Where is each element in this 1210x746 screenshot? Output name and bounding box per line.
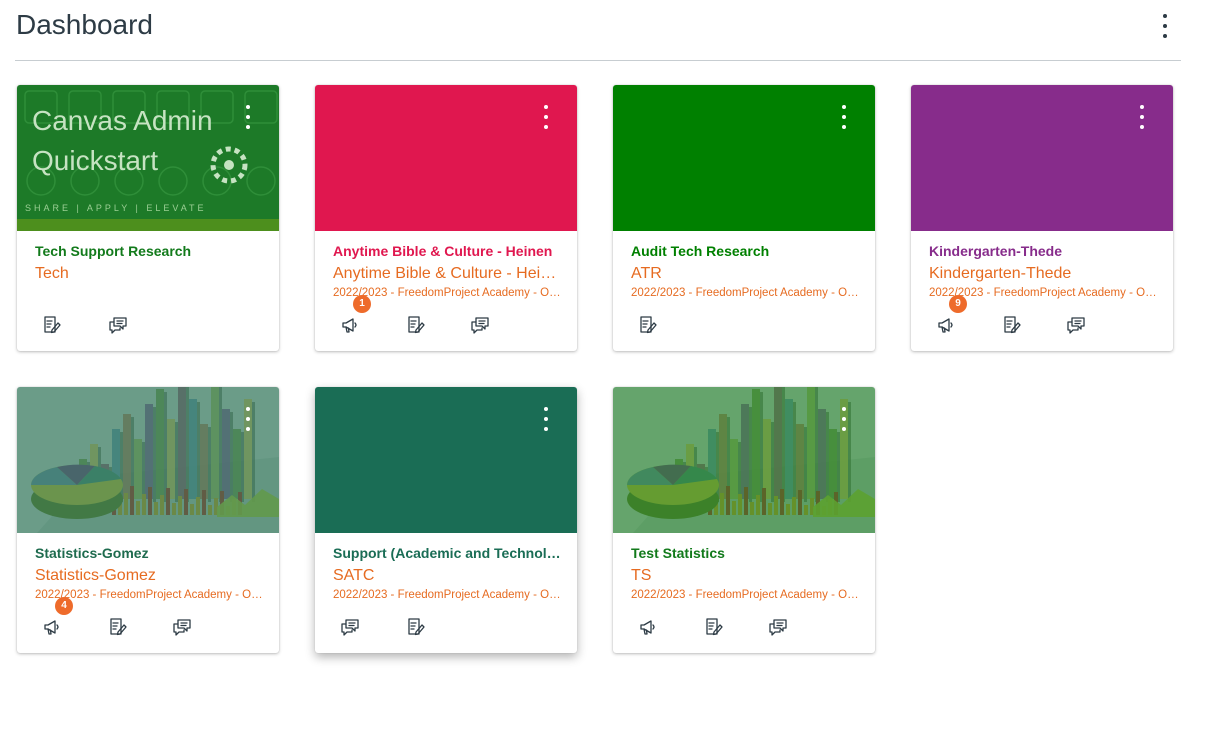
hero-heading-line2: Quickstart xyxy=(32,145,158,176)
course-card-header-image[interactable]: Canvas Admin Quickstart SHARE | APPLY | EL… xyxy=(17,85,279,231)
course-title[interactable]: Tech Support Research xyxy=(35,243,265,259)
course-code: Anytime Bible & Culture - Heinen xyxy=(333,265,563,282)
course-title[interactable]: Statistics-Gomez xyxy=(35,545,265,561)
discussions-link[interactable] xyxy=(466,311,494,339)
discussions-icon xyxy=(173,619,191,636)
course-code: Statistics-Gomez xyxy=(35,567,156,584)
course-code: TS xyxy=(631,567,652,584)
assignments-link[interactable] xyxy=(700,613,728,641)
announcements-link[interactable] xyxy=(336,311,364,339)
course-term: 2022/2023 - FreedomProject Academy - Onl… xyxy=(631,287,859,299)
course-title[interactable]: Test Statistics xyxy=(631,545,861,561)
course-title[interactable]: Audit Tech Research xyxy=(631,243,861,259)
assignments-icon xyxy=(1004,316,1021,334)
dashboard-header: Dashboard xyxy=(15,0,1181,61)
discussions-link[interactable] xyxy=(764,613,792,641)
course-card[interactable]: Statistics-Gomez Statistics-Gomez 2022/202… xyxy=(17,387,279,653)
hero-tagline: SHARE | APPLY | ELEVATE xyxy=(25,203,207,213)
course-title[interactable]: Anytime Bible & Culture - Heinen xyxy=(333,243,563,259)
assignments-icon xyxy=(640,316,657,334)
unread-count-badge: 4 xyxy=(55,597,73,615)
assignments-icon xyxy=(408,316,425,334)
course-card-actions xyxy=(613,613,875,641)
course-card-actions xyxy=(613,311,875,339)
course-term: 2022/2023 - FreedomProject Academy - Onl… xyxy=(631,589,859,601)
course-title[interactable]: Support (Academic and Technology) xyxy=(333,545,563,561)
course-card[interactable]: Test Statistics TS 2022/2023 - FreedomProj… xyxy=(613,387,875,653)
course-card-header-image[interactable] xyxy=(315,387,577,533)
course-code: Tech xyxy=(35,265,69,282)
course-code: ATR xyxy=(631,265,662,282)
course-card[interactable]: Anytime Bible & Culture - Heinen Anytime … xyxy=(315,85,577,351)
discussions-icon xyxy=(109,317,127,334)
announcements-icon xyxy=(640,620,655,635)
announcements-icon xyxy=(342,318,357,333)
card-options-button[interactable] xyxy=(839,105,849,129)
card-options-button[interactable] xyxy=(839,407,849,431)
card-options-button[interactable] xyxy=(541,407,551,431)
course-card[interactable]: Canvas Admin Quickstart SHARE | APPLY | EL… xyxy=(17,85,279,351)
announcements-icon xyxy=(44,620,59,635)
card-options-button[interactable] xyxy=(243,105,253,129)
assignments-icon xyxy=(44,316,61,334)
assignments-link[interactable] xyxy=(402,311,430,339)
course-code: SATC xyxy=(333,567,375,584)
discussions-link[interactable] xyxy=(336,613,364,641)
course-card-header-image[interactable] xyxy=(17,387,279,533)
course-code: Kindergarten-Thede xyxy=(929,265,1072,282)
course-card-actions xyxy=(315,311,577,339)
course-title[interactable]: Kindergarten-Thede xyxy=(929,243,1159,259)
course-card[interactable]: Support (Academic and Technology) SATC 202… xyxy=(315,387,577,653)
card-options-button[interactable] xyxy=(1137,105,1147,129)
discussions-link[interactable] xyxy=(1062,311,1090,339)
course-term: 2022/2023 - FreedomProject Academy - Onl… xyxy=(333,589,561,601)
discussions-link[interactable] xyxy=(104,311,132,339)
course-card-actions xyxy=(17,613,279,641)
course-card-header-image[interactable] xyxy=(911,85,1173,231)
assignments-icon xyxy=(706,618,723,636)
assignments-link[interactable] xyxy=(38,311,66,339)
course-card-actions xyxy=(17,311,279,339)
discussions-icon xyxy=(1067,317,1085,334)
discussions-icon xyxy=(769,619,787,636)
announcements-link[interactable] xyxy=(38,613,66,641)
course-card-header-image[interactable] xyxy=(613,85,875,231)
course-card-actions xyxy=(315,613,577,641)
course-card-actions xyxy=(911,311,1173,339)
discussions-link[interactable] xyxy=(168,613,196,641)
page-title: Dashboard xyxy=(16,9,153,40)
unread-count-badge: 9 xyxy=(949,295,967,313)
assignments-link[interactable] xyxy=(402,613,430,641)
announcements-icon xyxy=(938,318,953,333)
assignments-link[interactable] xyxy=(104,613,132,641)
course-card-header-image[interactable] xyxy=(315,85,577,231)
hero-heading-line1: Canvas Admin xyxy=(32,105,213,136)
card-options-button[interactable] xyxy=(243,407,253,431)
announcements-link[interactable] xyxy=(932,311,960,339)
assignments-icon xyxy=(110,618,127,636)
assignments-icon xyxy=(408,618,425,636)
discussions-icon xyxy=(341,619,359,636)
announcements-link[interactable] xyxy=(634,613,662,641)
course-card[interactable]: Kindergarten-Thede Kindergarten-Thede 2022… xyxy=(911,85,1173,351)
card-options-button[interactable] xyxy=(541,105,551,129)
dashboard-options-button[interactable] xyxy=(1159,12,1171,40)
assignments-link[interactable] xyxy=(998,311,1026,339)
discussions-icon xyxy=(471,317,489,334)
assignments-link[interactable] xyxy=(634,311,662,339)
course-card[interactable]: Audit Tech Research ATR 2022/2023 - Freedo… xyxy=(613,85,875,351)
course-card-header-image[interactable] xyxy=(613,387,875,533)
unread-count-badge: 1 xyxy=(353,295,371,313)
